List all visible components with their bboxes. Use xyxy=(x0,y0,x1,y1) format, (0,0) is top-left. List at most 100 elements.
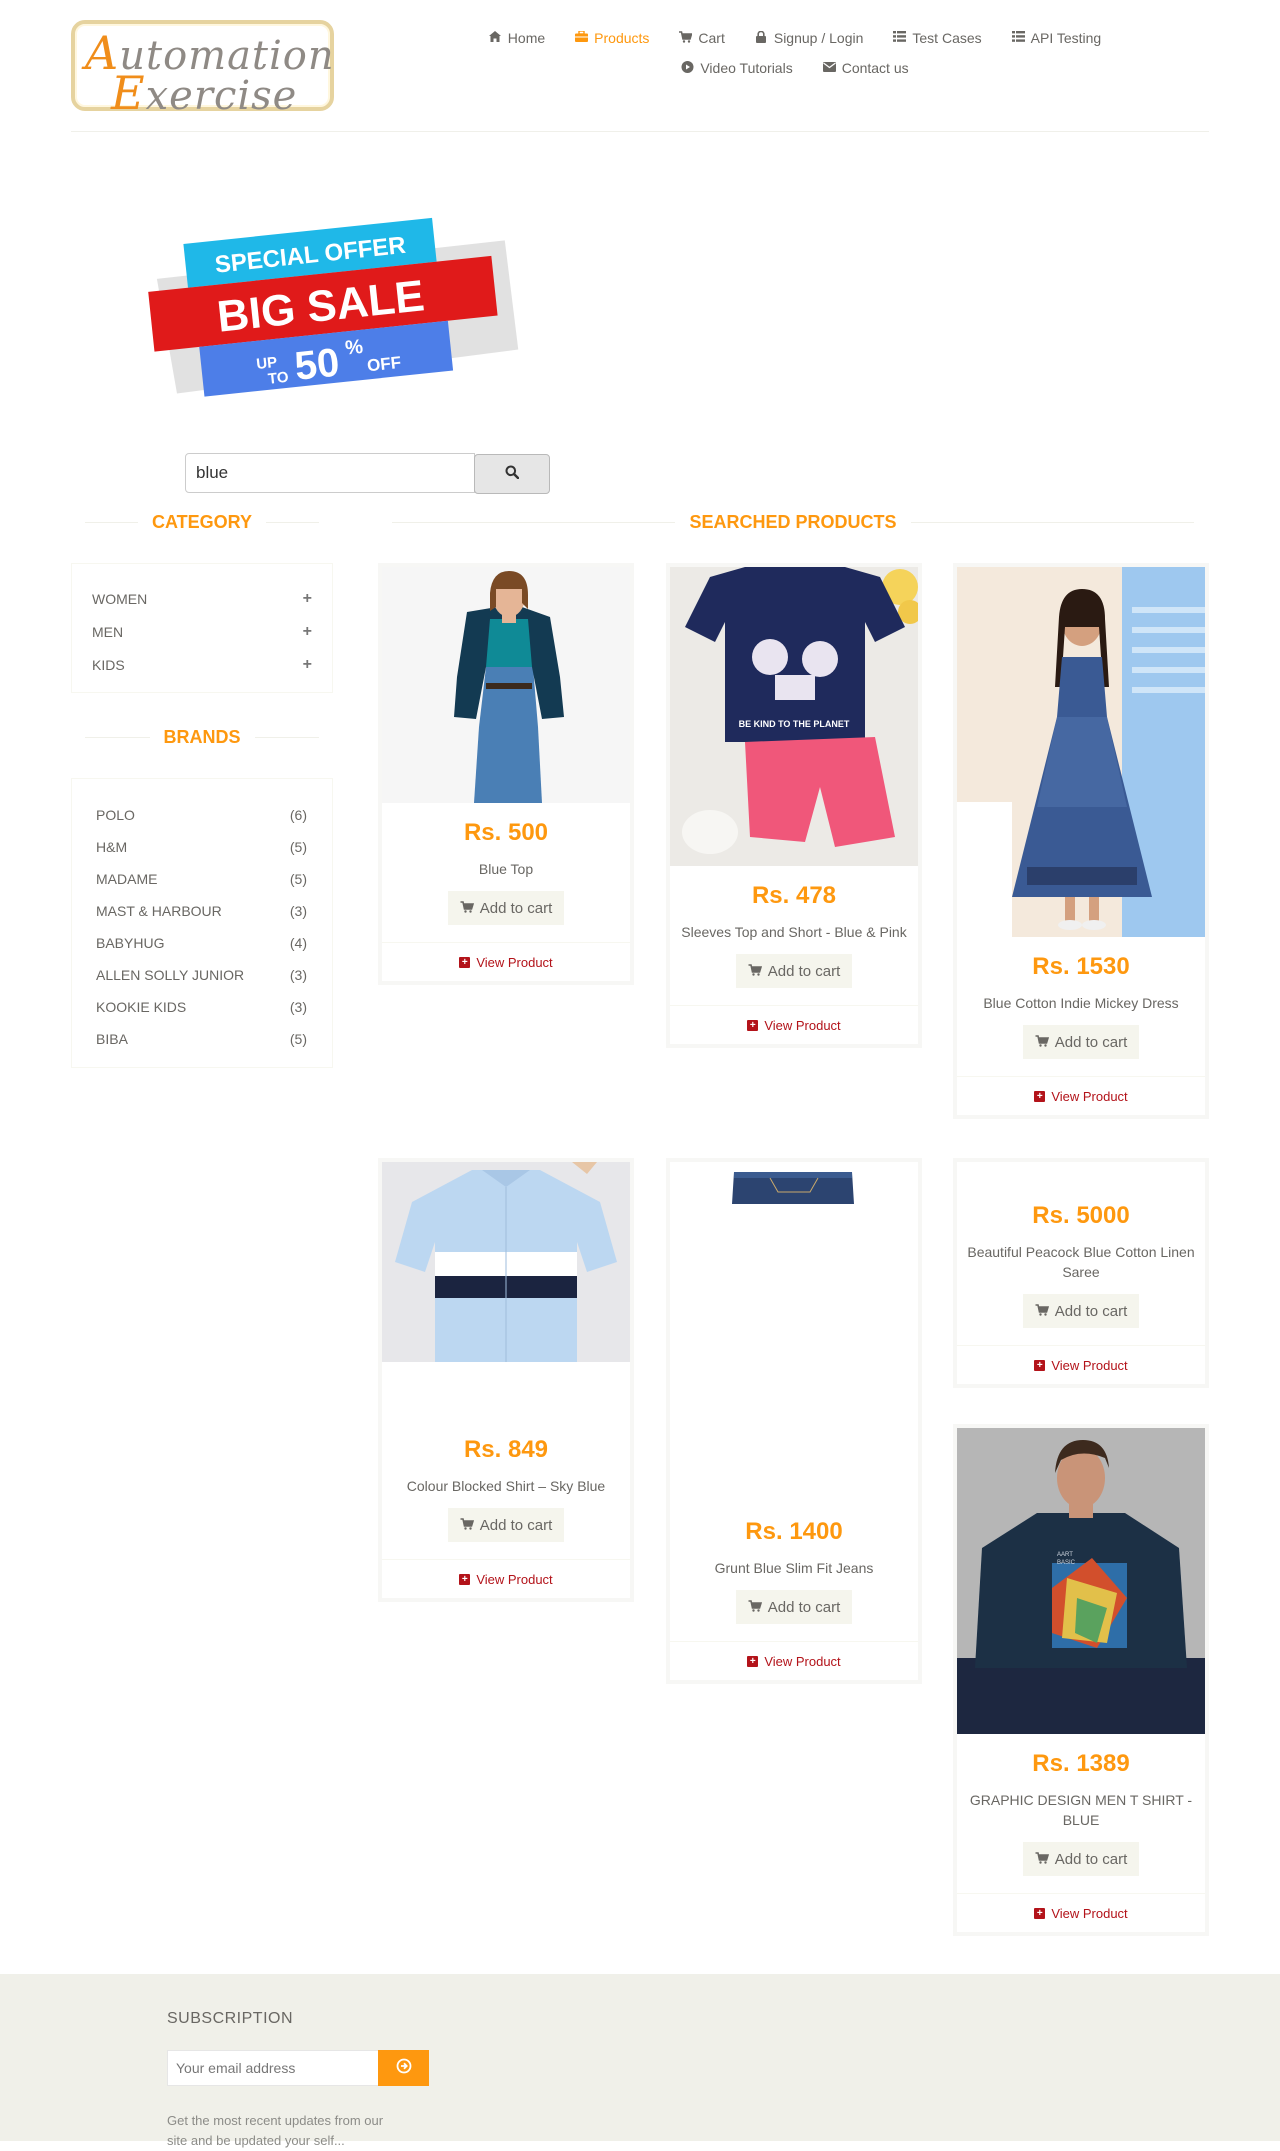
search-input[interactable]: blue xyxy=(185,453,475,493)
view-product-link[interactable]: + View Product xyxy=(382,942,630,981)
view-product-link[interactable]: + View Product xyxy=(957,1076,1205,1115)
brand-count: (3) xyxy=(289,903,307,919)
add-to-cart-label: Add to cart xyxy=(479,899,553,917)
cart-icon xyxy=(748,1599,762,1616)
brand-name: BABYHUG xyxy=(96,935,165,951)
header-divider xyxy=(71,131,1209,132)
add-to-cart-button[interactable]: Add to cart xyxy=(1022,1294,1140,1328)
add-to-cart-button[interactable]: Add to cart xyxy=(447,891,565,925)
plus-square-icon: + xyxy=(747,1019,759,1031)
plus-square-icon: + xyxy=(459,1573,471,1585)
brand-name: H&M xyxy=(96,839,128,855)
view-product-link[interactable]: + View Product xyxy=(670,1005,918,1044)
product-card: AART BASIC Rs. 1389 GRAPHIC DESIGN MEN T… xyxy=(953,1424,1209,1936)
site-logo[interactable]: Automation Exercise xyxy=(71,20,334,120)
view-product-link[interactable]: + View Product xyxy=(957,1893,1205,1932)
brand-name: ALLEN SOLLY JUNIOR xyxy=(96,967,245,983)
product-info: Rs. 5000 Beautiful Peacock Blue Cotton L… xyxy=(957,1186,1205,1328)
subscription-email-input[interactable]: Your email address xyxy=(167,2050,379,2086)
brand-name: MADAME xyxy=(96,871,158,887)
arrow-circle-right-icon xyxy=(396,2058,412,2079)
nav-home[interactable]: Home xyxy=(488,28,545,48)
subscribe-button[interactable] xyxy=(378,2050,429,2086)
search-button[interactable] xyxy=(474,454,550,494)
list-icon xyxy=(893,31,907,45)
list-icon xyxy=(1011,31,1025,45)
plus-square-icon: + xyxy=(747,1655,759,1667)
nav-contact-label: Contact us xyxy=(841,60,909,76)
nav-contact-us[interactable]: Contact us xyxy=(822,58,909,78)
product-image xyxy=(957,567,1205,937)
product-price: Rs. 5000 xyxy=(1032,1202,1130,1229)
product-price: Rs. 1530 xyxy=(1032,953,1130,980)
sale-banner: SPECIAL OFFER BIG SALE UP TO 50 % OFF xyxy=(120,200,520,400)
plus-square-icon: + xyxy=(1034,1090,1046,1102)
print-text: AART xyxy=(1057,1552,1073,1558)
add-to-cart-button[interactable]: Add to cart xyxy=(735,954,853,988)
product-card: Rs. 1400 Grunt Blue Slim Fit Jeans Add t… xyxy=(666,1158,922,1684)
category-men[interactable]: MEN + xyxy=(92,615,312,648)
category-panel: WOMEN + MEN + KIDS + xyxy=(71,563,333,693)
nav-api-testing[interactable]: API Testing xyxy=(1011,28,1101,48)
view-product-link[interactable]: + View Product xyxy=(670,1641,918,1680)
footer: SUBSCRIPTION Your email address Get the … xyxy=(0,1974,1280,2148)
search-icon xyxy=(505,465,520,484)
plus-icon[interactable]: + xyxy=(303,623,312,641)
nav-products[interactable]: Products xyxy=(575,28,649,48)
add-to-cart-button[interactable]: Add to cart xyxy=(1022,1025,1140,1059)
brand-item[interactable]: KOOKIE KIDS (3) xyxy=(96,991,307,1023)
plus-icon[interactable]: + xyxy=(303,656,312,674)
nav-test-cases[interactable]: Test Cases xyxy=(893,28,982,48)
brand-name: MAST & HARBOUR xyxy=(96,903,222,919)
product-name: Blue Top xyxy=(478,861,534,877)
view-product-link[interactable]: + View Product xyxy=(382,1559,630,1598)
view-product-label: View Product xyxy=(1051,1088,1128,1104)
category-label: KIDS xyxy=(92,656,125,673)
brand-name: POLO xyxy=(96,807,135,823)
brand-item[interactable]: MAST & HARBOUR (3) xyxy=(96,895,307,927)
nav-video-tutorials[interactable]: Video Tutorials xyxy=(681,58,793,78)
add-to-cart-button[interactable]: Add to cart xyxy=(1022,1842,1140,1876)
brand-item[interactable]: BIBA (5) xyxy=(96,1023,307,1055)
brand-item[interactable]: MADAME (5) xyxy=(96,863,307,895)
brand-item[interactable]: POLO (6) xyxy=(96,799,307,831)
view-product-label: View Product xyxy=(764,1017,841,1033)
plus-square-icon: + xyxy=(1034,1359,1046,1371)
view-product-link[interactable]: + View Product xyxy=(957,1345,1205,1384)
brands-panel: POLO (6) H&M (5) MADAME (5) MAST & HARBOUR (… xyxy=(71,778,333,1068)
home-icon xyxy=(488,31,501,45)
banner-to: TO xyxy=(267,369,290,388)
nav-signup-login[interactable]: Signup / Login xyxy=(755,28,863,48)
category-title: CATEGORY xyxy=(71,510,333,534)
brand-count: (5) xyxy=(289,1031,307,1047)
brand-item[interactable]: BABYHUG (4) xyxy=(96,927,307,959)
header: Automation Exercise Home Products Cart S… xyxy=(0,0,1280,135)
add-to-cart-button[interactable]: Add to cart xyxy=(735,1590,853,1624)
add-to-cart-button[interactable]: Add to cart xyxy=(447,1508,565,1542)
add-to-cart-label: Add to cart xyxy=(767,962,841,980)
brand-count: (4) xyxy=(289,935,307,951)
product-image xyxy=(382,567,630,803)
logo-line-2: Exercise xyxy=(111,66,298,120)
product-name: Grunt Blue Slim Fit Jeans xyxy=(714,1560,874,1576)
cart-icon xyxy=(1035,1851,1049,1868)
main-nav: Home Products Cart Signup / Login Test C… xyxy=(440,28,1150,78)
brands-title: BRANDS xyxy=(71,725,333,749)
plus-icon[interactable]: + xyxy=(303,590,312,608)
nav-cart[interactable]: Cart xyxy=(679,28,725,48)
category-label: MEN xyxy=(92,623,124,640)
product-card: Rs. 1530 Blue Cotton Indie Mickey Dress … xyxy=(953,563,1209,1119)
nav-products-label: Products xyxy=(594,30,650,46)
banner-percent: % xyxy=(344,336,364,360)
category-women[interactable]: WOMEN + xyxy=(92,582,312,615)
product-image: AART BASIC xyxy=(957,1428,1205,1734)
product-card: BE KIND TO THE PLANET Rs. 478 Sleeves To… xyxy=(666,563,922,1048)
lock-icon xyxy=(755,30,767,46)
product-card: Rs. 500 Blue Top Add to cart + View Produ… xyxy=(378,563,634,985)
brand-item[interactable]: ALLEN SOLLY JUNIOR (3) xyxy=(96,959,307,991)
category-kids[interactable]: KIDS + xyxy=(92,648,312,681)
product-info: Rs. 849 Colour Blocked Shirt – Sky Blue … xyxy=(382,1420,630,1542)
product-card: Rs. 5000 Beautiful Peacock Blue Cotton L… xyxy=(953,1158,1209,1388)
view-product-label: View Product xyxy=(1051,1905,1128,1921)
brand-item[interactable]: H&M (5) xyxy=(96,831,307,863)
